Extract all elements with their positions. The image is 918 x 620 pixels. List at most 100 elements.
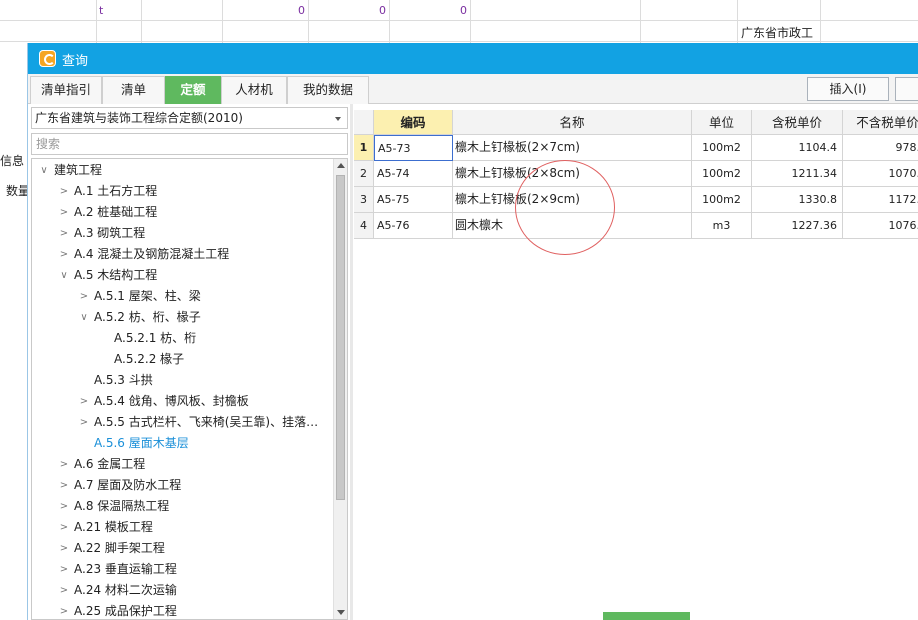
tree-item-label: A.2 桩基础工程	[74, 205, 158, 219]
unit-cell[interactable]: 100m2	[692, 161, 752, 187]
more-button[interactable]	[895, 77, 918, 101]
row-number[interactable]: 3	[354, 187, 374, 213]
quota-name-cell[interactable]: 檩木上钉椽板(2×7cm)	[453, 135, 692, 161]
search-input[interactable]	[31, 133, 348, 155]
row-number[interactable]: 1	[354, 135, 374, 161]
tree-item-label: A.23 垂直运输工程	[74, 562, 177, 576]
chevron-right-icon[interactable]: >	[58, 181, 70, 202]
unit-cell[interactable]: 100m2	[692, 135, 752, 161]
quota-library-select[interactable]: 广东省建筑与装饰工程综合定额(2010)	[31, 107, 348, 129]
tree-item[interactable]: > A.5.5 古式栏杆、飞来椅(吴王靠)、挂落…	[32, 412, 332, 433]
price-notax-cell[interactable]: 1070.2	[843, 161, 918, 187]
grid-header-price-notax[interactable]: 不含税单价	[843, 110, 918, 135]
price-tax-cell[interactable]: 1330.8	[752, 187, 843, 213]
tree-item[interactable]: A.5.3 斗拱	[32, 370, 332, 391]
quota-name-cell[interactable]: 檩木上钉椽板(2×9cm)	[453, 187, 692, 213]
quota-code-cell[interactable]: A5-73	[374, 135, 453, 161]
chevron-right-icon[interactable]: >	[58, 517, 70, 538]
tab-list[interactable]: 清单	[102, 76, 165, 104]
grid-header-rownum[interactable]	[354, 110, 374, 135]
tree-item-label: A.6 金属工程	[74, 457, 146, 471]
tree-item[interactable]: > A.7 屋面及防水工程	[32, 475, 332, 496]
tree-item-label: 建筑工程	[54, 163, 103, 177]
insert-button[interactable]: 插入(I)	[807, 77, 889, 101]
chapter-tree: ∨ 建筑工程 > A.1 土石方工程 > A.2 桩基础工程 > A.3 砌筑工程 > A.4 混…	[31, 158, 348, 620]
tree-item-label: A.5.5 古式栏杆、飞来椅(吴王靠)、挂落…	[94, 415, 319, 429]
tree-item[interactable]: > A.1 土石方工程	[32, 181, 332, 202]
row-number[interactable]: 4	[354, 213, 374, 239]
quota-code-cell[interactable]: A5-76	[374, 213, 453, 239]
quota-code-cell[interactable]: A5-75	[374, 187, 453, 213]
price-tax-cell[interactable]: 1211.34	[752, 161, 843, 187]
tree-item[interactable]: > A.24 材料二次运输	[32, 580, 332, 601]
chevron-right-icon[interactable]: >	[58, 601, 70, 619]
app-logo-icon	[39, 50, 56, 67]
tree-item[interactable]: > A.5.4 戗角、博风板、封檐板	[32, 391, 332, 412]
tree-item[interactable]: > A.2 桩基础工程	[32, 202, 332, 223]
chevron-down-icon[interactable]: ∨	[58, 265, 70, 286]
tree-item[interactable]: ∨ A.5.2 枋、桁、椽子	[32, 307, 332, 328]
chevron-right-icon[interactable]: >	[58, 475, 70, 496]
price-tax-cell[interactable]: 1104.4	[752, 135, 843, 161]
tree-item[interactable]: > A.4 混凝土及钢筋混凝土工程	[32, 244, 332, 265]
chevron-right-icon[interactable]: >	[78, 412, 90, 433]
tab-quota[interactable]: 定额	[165, 76, 221, 104]
price-tax-cell[interactable]: 1227.36	[752, 213, 843, 239]
chevron-right-icon[interactable]: >	[58, 538, 70, 559]
chevron-right-icon[interactable]: >	[58, 580, 70, 601]
tree-item[interactable]: > A.6 金属工程	[32, 454, 332, 475]
unit-cell[interactable]: 100m2	[692, 187, 752, 213]
scroll-down-icon[interactable]	[337, 610, 345, 615]
price-notax-cell[interactable]: 1076.1	[843, 213, 918, 239]
scroll-up-icon[interactable]	[337, 163, 345, 168]
tree-item-label: A.5.4 戗角、博风板、封檐板	[94, 394, 249, 408]
grid-header-name[interactable]: 名称	[453, 110, 692, 135]
tab-labor-material-machine[interactable]: 人材机	[221, 76, 287, 104]
chevron-right-icon[interactable]: >	[58, 454, 70, 475]
quota-name-cell[interactable]: 圆木檩木	[453, 213, 692, 239]
chevron-right-icon[interactable]: >	[58, 202, 70, 223]
grid-header-unit[interactable]: 单位	[692, 110, 752, 135]
tree-item[interactable]: ∨ A.5 木结构工程	[32, 265, 332, 286]
scroll-thumb[interactable]	[336, 175, 345, 500]
chevron-right-icon[interactable]: >	[58, 496, 70, 517]
tree-item[interactable]: > A.3 砌筑工程	[32, 223, 332, 244]
tree-item[interactable]: > A.8 保温隔热工程	[32, 496, 332, 517]
tab-list-guide[interactable]: 清单指引	[30, 76, 102, 104]
chevron-right-icon[interactable]: >	[78, 286, 90, 307]
quota-code-cell[interactable]: A5-74	[374, 161, 453, 187]
chevron-right-icon[interactable]: >	[58, 223, 70, 244]
tree-item[interactable]: > A.25 成品保护工程	[32, 601, 332, 619]
unit-cell[interactable]: m3	[692, 213, 752, 239]
chevron-down-icon[interactable]: ∨	[38, 160, 50, 181]
tree-item[interactable]: ∨ 建筑工程	[32, 160, 332, 181]
tree-item[interactable]: > A.5.1 屋架、柱、梁	[32, 286, 332, 307]
title-bar[interactable]: 查询	[28, 43, 918, 74]
row-number[interactable]: 2	[354, 161, 374, 187]
tree-scrollbar[interactable]	[333, 159, 347, 619]
tree-item[interactable]: A.5.2.1 枋、桁	[32, 328, 332, 349]
tree-item[interactable]: A.5.2.2 椽子	[32, 349, 332, 370]
price-notax-cell[interactable]: 978.4	[843, 135, 918, 161]
dialog-title: 查询	[62, 54, 89, 69]
query-dialog: 查询 清单指引 清单 定额 人材机 我的数据 插入(I) 广东省建筑与装饰工程综…	[27, 43, 918, 620]
quota-name-cell[interactable]: 檩木上钉椽板(2×8cm)	[453, 161, 692, 187]
panel-splitter[interactable]	[350, 104, 353, 620]
tree-item[interactable]: A.5.6 屋面木基层	[32, 433, 332, 454]
expand-handle[interactable]	[603, 612, 690, 620]
price-notax-cell[interactable]: 1172.7	[843, 187, 918, 213]
chevron-right-icon[interactable]: >	[58, 559, 70, 580]
tree-item-label: A.5.3 斗拱	[94, 373, 153, 387]
tree-item[interactable]: > A.22 脚手架工程	[32, 538, 332, 559]
tree-item-label: A.25 成品保护工程	[74, 604, 177, 618]
sheet-cell: 0	[379, 4, 386, 17]
chevron-down-icon[interactable]: ∨	[78, 307, 90, 328]
grid-header-price-tax[interactable]: 含税单价	[752, 110, 843, 135]
chevron-right-icon[interactable]: >	[58, 244, 70, 265]
tree-item-label: A.5.2.1 枋、桁	[114, 331, 197, 345]
tab-my-data[interactable]: 我的数据	[287, 76, 369, 104]
tree-item[interactable]: > A.21 模板工程	[32, 517, 332, 538]
chevron-right-icon[interactable]: >	[78, 391, 90, 412]
tree-item[interactable]: > A.23 垂直运输工程	[32, 559, 332, 580]
grid-header-code[interactable]: 编码	[374, 110, 453, 135]
